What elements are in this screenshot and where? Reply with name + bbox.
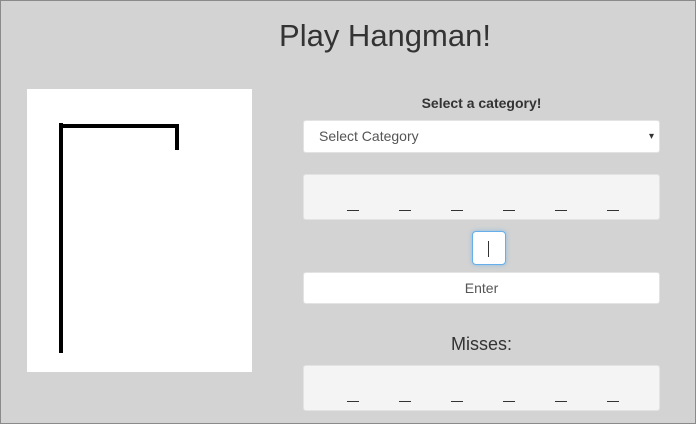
word-blank xyxy=(347,210,359,211)
misses-label: Misses: xyxy=(450,334,512,354)
text-cursor xyxy=(488,241,489,257)
word-display xyxy=(303,174,660,220)
enter-button[interactable]: Enter xyxy=(303,272,660,304)
miss-blank xyxy=(399,401,411,402)
hangman-board xyxy=(27,89,252,372)
word-blank xyxy=(607,210,619,211)
page-title: Play Hangman! xyxy=(279,18,491,53)
miss-blank xyxy=(607,401,619,402)
letter-input[interactable] xyxy=(472,231,506,265)
word-blank xyxy=(503,210,515,211)
category-select-value: Select Category xyxy=(319,128,419,144)
word-blank xyxy=(555,210,567,211)
word-blank xyxy=(399,210,411,211)
miss-blank xyxy=(555,401,567,402)
gallows-drawing xyxy=(59,123,179,353)
word-blank xyxy=(451,210,463,211)
category-label: Select a category! xyxy=(421,95,542,111)
miss-blank xyxy=(451,401,463,402)
miss-blank xyxy=(347,401,359,402)
chevron-down-icon: ▾ xyxy=(648,131,654,142)
miss-blank xyxy=(503,401,515,402)
misses-display xyxy=(303,365,660,411)
category-select[interactable]: Select Category ▾ xyxy=(303,120,660,153)
